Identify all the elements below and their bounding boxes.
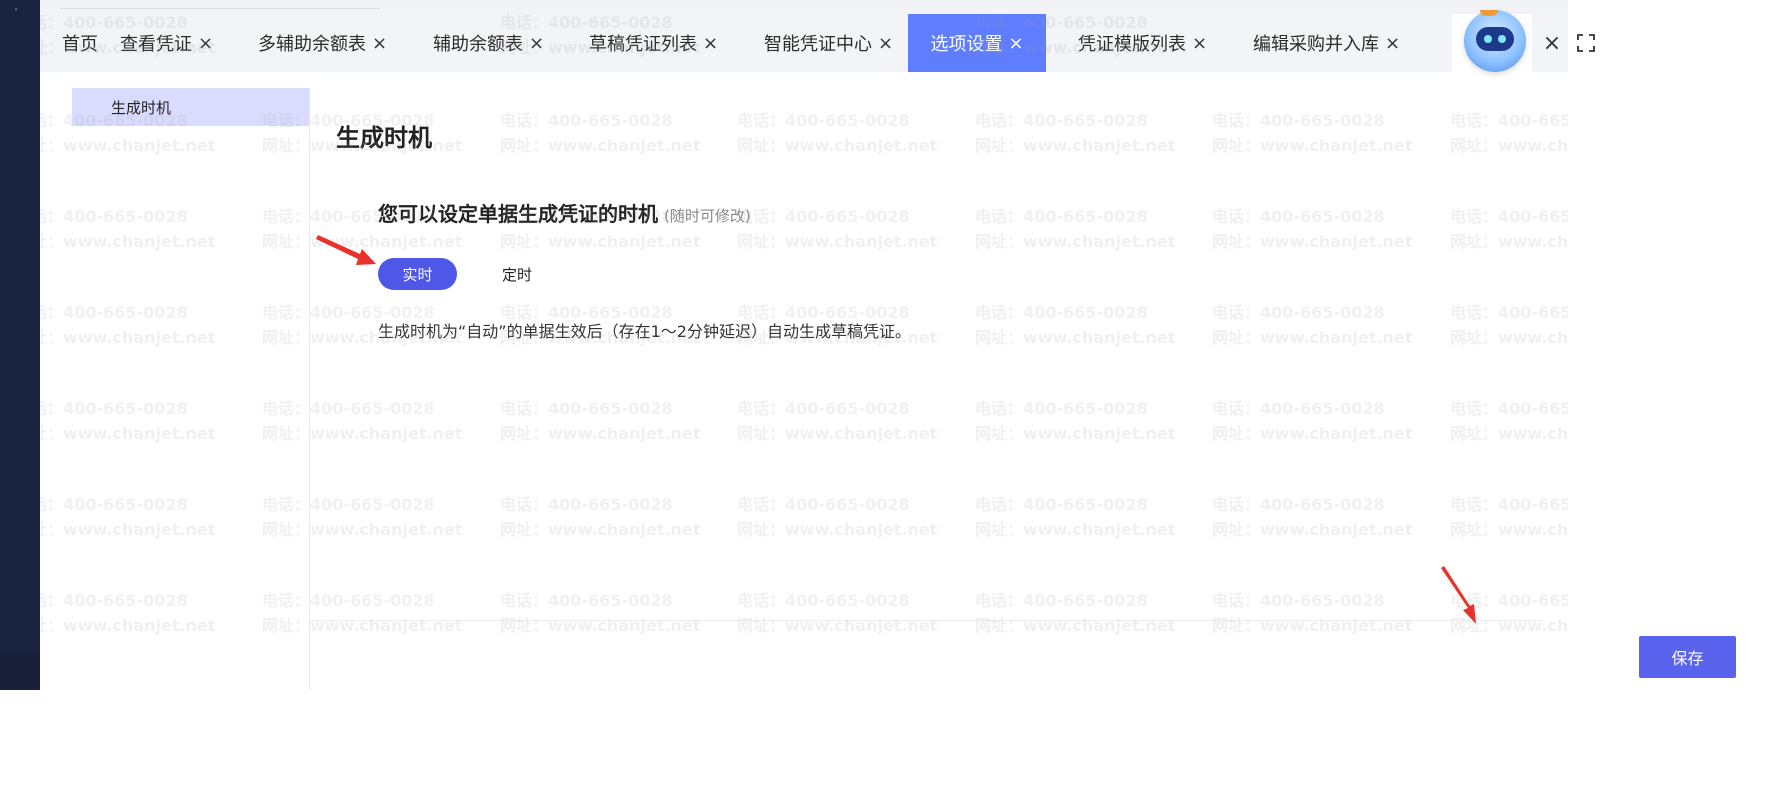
settings-panel: 生成时机 生成时机 您可以设定单据生成凭证的时机 (随时可修改) 实时 定时 生成… [72, 88, 1736, 690]
tab-close-icon[interactable]: × [1385, 33, 1400, 54]
tab-label: 草稿凭证列表 [589, 34, 697, 55]
robot-face [1476, 27, 1514, 51]
fullscreen-icon[interactable] [1572, 14, 1600, 72]
page-title: 生成时机 [336, 124, 432, 152]
robot-assistant-icon[interactable] [1464, 10, 1526, 72]
timing-description: 生成时机为“自动”的单据生效后（存在1～2分钟延迟）自动生成草稿凭证。 [378, 322, 911, 341]
tab-label: 智能凭证中心 [764, 34, 872, 55]
settings-content: 生成时机 您可以设定单据生成凭证的时机 (随时可修改) 实时 定时 生成时机为“自… [310, 88, 1736, 690]
tab-label: 查看凭证 [120, 34, 192, 55]
tab-label: 编辑采购并入库 [1253, 34, 1379, 55]
tab-options-settings[interactable]: 选项设置 × [908, 14, 1046, 72]
robot-eye [1498, 35, 1506, 43]
footer-divider [310, 620, 1542, 621]
option-realtime-button[interactable]: 实时 [378, 258, 457, 290]
tab-label: 辅助余额表 [433, 34, 523, 55]
tab-close-icon[interactable]: × [703, 33, 718, 54]
top-strip [40, 0, 1568, 14]
sidebar-item-label: 生成时机 [111, 98, 172, 117]
fullscreen-glyph [1577, 34, 1595, 52]
tab-close-icon[interactable]: × [1008, 33, 1023, 54]
left-navigation-rail: ˙ [0, 0, 40, 690]
tab-close-icon[interactable]: × [198, 33, 213, 54]
rail-menu-icon[interactable]: ˙ [13, 8, 19, 20]
tab-multi-aux-balance[interactable]: 多辅助余额表 × [258, 14, 387, 72]
tab-close-icon[interactable]: × [1192, 33, 1207, 54]
rail-footer [0, 652, 40, 690]
tab-draft-voucher-list[interactable]: 草稿凭证列表 × [589, 14, 718, 72]
close-all-tabs-icon[interactable]: × [1540, 14, 1564, 72]
question-text: 您可以设定单据生成凭证的时机 [378, 202, 658, 226]
tab-label: 多辅助余额表 [258, 34, 366, 55]
tab-label: 选项设置 [930, 34, 1003, 55]
tab-label: 首页 [62, 34, 98, 55]
assistant-area [1452, 10, 1532, 72]
tab-aux-balance[interactable]: 辅助余额表 × [433, 14, 544, 72]
question-hint: (随时可修改) [664, 207, 751, 225]
tab-close-icon[interactable]: × [878, 33, 893, 54]
tab-smart-voucher-center[interactable]: 智能凭证中心 × [764, 14, 893, 72]
tab-label: 凭证模版列表 [1078, 34, 1186, 55]
tab-view-voucher[interactable]: 查看凭证 × [120, 14, 213, 72]
timing-question: 您可以设定单据生成凭证的时机 (随时可修改) [378, 198, 751, 227]
top-strip-divider [60, 8, 380, 9]
option-scheduled-button[interactable]: 定时 [502, 258, 532, 290]
tab-close-icon[interactable]: × [372, 33, 387, 54]
save-button[interactable]: 保存 [1639, 636, 1736, 678]
robot-eye [1484, 35, 1492, 43]
tab-home[interactable]: 首页 [62, 14, 98, 72]
tab-edit-purchase-receipt[interactable]: 编辑采购并入库 × [1253, 14, 1400, 72]
tab-close-icon[interactable]: × [529, 33, 544, 54]
tab-bar: 首页 查看凭证 × 多辅助余额表 × 辅助余额表 × 草稿凭证列表 × 智能凭证… [40, 10, 1595, 72]
sidebar-item-generation-timing[interactable]: 生成时机 [72, 88, 309, 126]
tab-voucher-template-list[interactable]: 凭证模版列表 × [1078, 14, 1207, 72]
settings-sidebar: 生成时机 [72, 88, 310, 690]
